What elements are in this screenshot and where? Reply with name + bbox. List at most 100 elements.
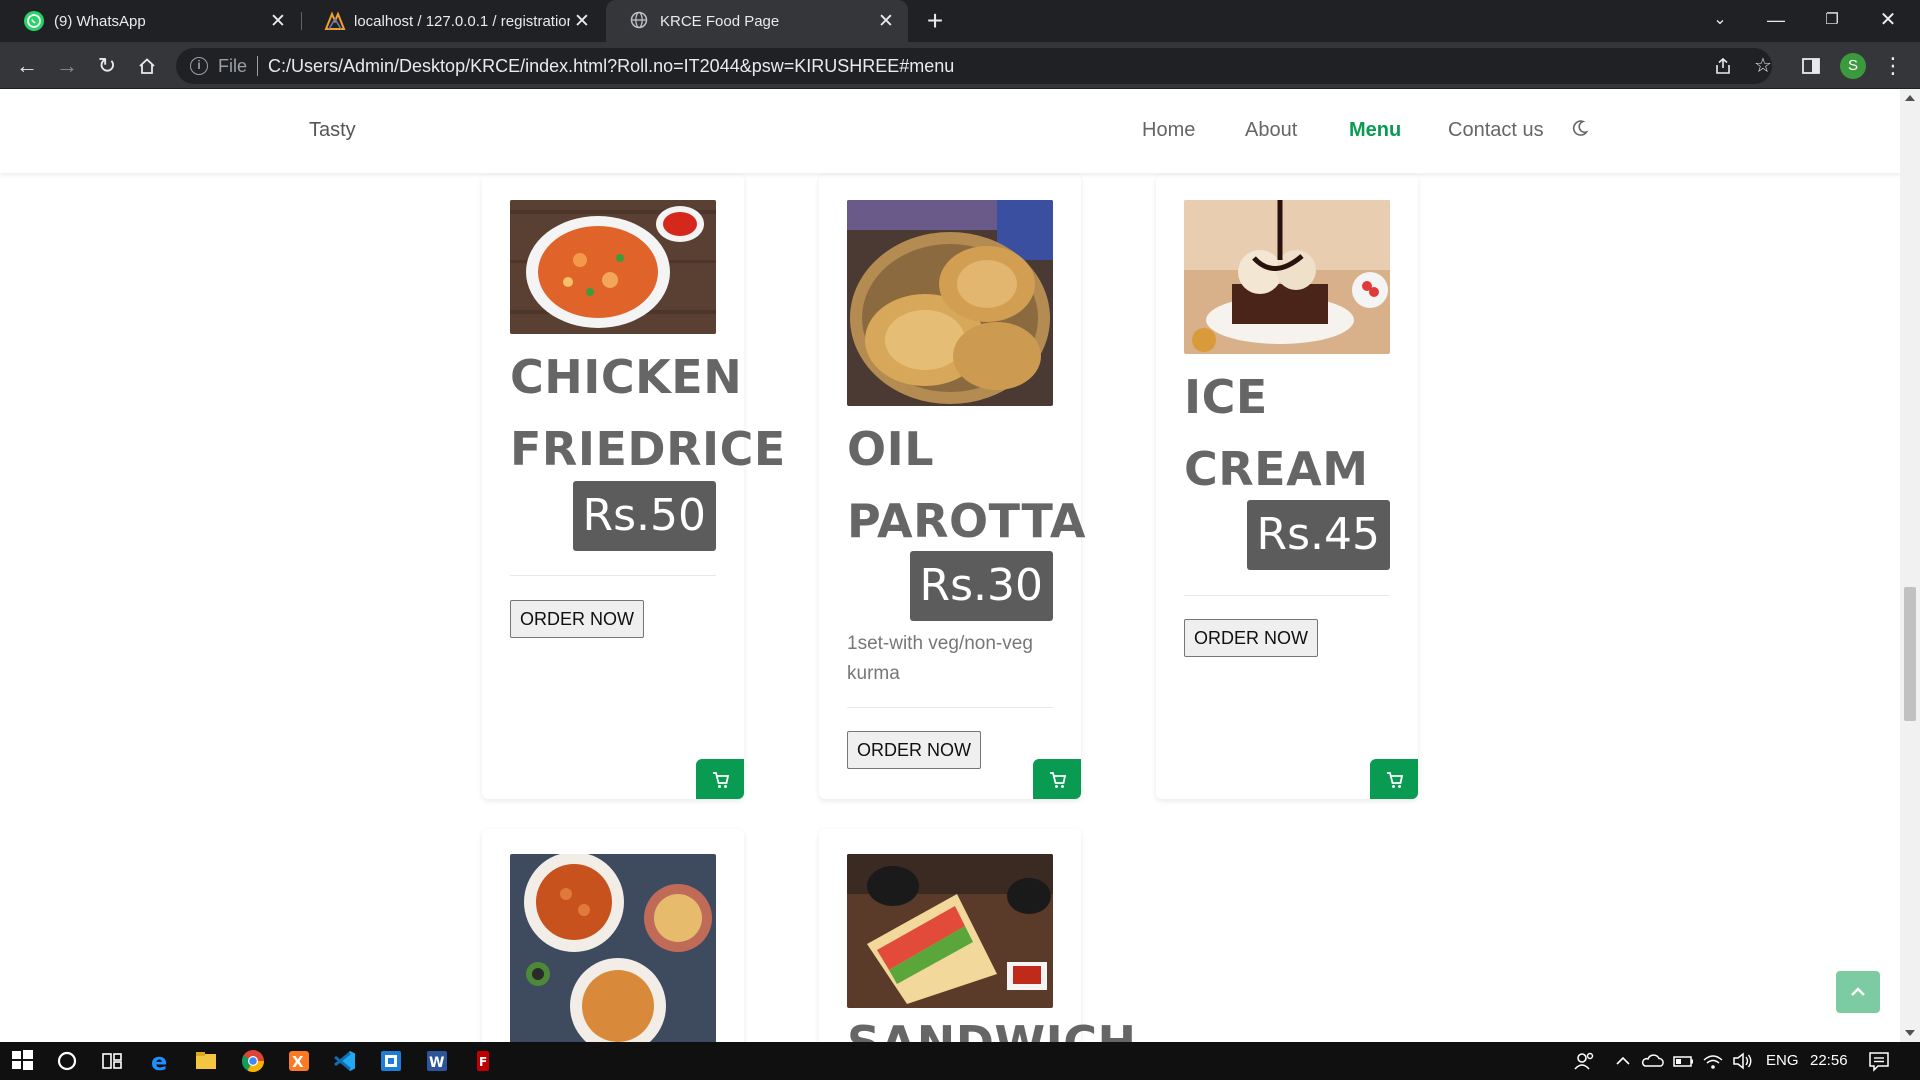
- new-tab-button[interactable]: +: [920, 6, 950, 36]
- close-icon[interactable]: ✕: [874, 10, 898, 33]
- card-divider: [847, 707, 1053, 708]
- scroll-down-arrow-icon[interactable]: [1905, 1030, 1915, 1036]
- task-view-icon[interactable]: [99, 1048, 125, 1074]
- filezilla-icon[interactable]: F: [470, 1048, 496, 1074]
- url-text[interactable]: C:/Users/Admin/Desktop/KRCE/index.html?R…: [268, 56, 954, 77]
- windows-taskbar: e X W F ENG 22:56: [0, 1042, 1920, 1080]
- svg-text:F: F: [479, 1055, 487, 1069]
- address-divider: [257, 56, 259, 76]
- web-page: Tasty Home About Menu Contact us CHICKEN…: [0, 89, 1900, 1042]
- chana-masala-image: [510, 854, 716, 1042]
- whatsapp-icon: [24, 11, 44, 31]
- add-to-cart-button[interactable]: [1033, 759, 1081, 799]
- xampp-icon[interactable]: X: [286, 1048, 312, 1074]
- menu-card: SANDWICH: [819, 829, 1136, 1042]
- battery-icon[interactable]: [1670, 1048, 1696, 1074]
- chrome-icon[interactable]: [240, 1048, 266, 1074]
- menu-card: OIL PAROTTA Rs.30 1set-with veg/non-veg …: [819, 175, 1085, 799]
- clock-time[interactable]: 22:56: [1810, 1052, 1848, 1069]
- remote-app-icon[interactable]: [378, 1048, 404, 1074]
- menu-card: [482, 829, 744, 1042]
- dish-name: SANDWICH: [847, 1007, 1137, 1042]
- cart-icon: [1050, 772, 1067, 788]
- tab-title: KRCE Food Page: [660, 12, 780, 30]
- nav-menu[interactable]: Menu: [1349, 119, 1401, 142]
- menu-card: CHICKEN FRIEDRICE Rs.50 ORDER NOW: [482, 175, 785, 799]
- scroll-up-arrow-icon[interactable]: [1905, 95, 1915, 101]
- scrollbar-thumb[interactable]: [1904, 587, 1916, 721]
- oil-parotta-image: [847, 200, 1053, 406]
- nav-about[interactable]: About: [1245, 119, 1297, 142]
- word-icon[interactable]: W: [424, 1048, 450, 1074]
- dish-name: OIL: [847, 422, 935, 476]
- close-icon[interactable]: ✕: [570, 10, 594, 33]
- onedrive-icon[interactable]: [1640, 1048, 1666, 1074]
- dish-name: ICE: [1184, 370, 1268, 424]
- brand-logo[interactable]: Tasty: [309, 119, 356, 142]
- forward-arrow-icon[interactable]: →: [52, 51, 82, 81]
- tab-search-chevron-icon[interactable]: ⌄: [1692, 0, 1748, 42]
- price-tag: Rs.45: [1246, 500, 1390, 570]
- share-icon[interactable]: [1708, 51, 1738, 81]
- moon-icon[interactable]: [1570, 118, 1590, 143]
- chevron-up-icon[interactable]: [1610, 1048, 1636, 1074]
- input-language[interactable]: ENG: [1766, 1052, 1799, 1069]
- back-arrow-icon[interactable]: ←: [12, 51, 42, 81]
- tab-title: (9) WhatsApp: [54, 12, 146, 30]
- cortana-search-icon[interactable]: [54, 1048, 80, 1074]
- tab-krce-food-page[interactable]: KRCE Food Page ✕: [606, 0, 908, 42]
- nav-contact[interactable]: Contact us: [1448, 119, 1544, 142]
- minimize-button[interactable]: —: [1748, 0, 1804, 42]
- home-icon[interactable]: [132, 51, 162, 81]
- cart-icon: [713, 772, 730, 788]
- cart-icon: [1387, 772, 1404, 788]
- browser-toolbar: ← → ↻ i File C:/Users/Admin/Desktop/KRCE…: [0, 42, 1920, 89]
- wifi-icon[interactable]: [1700, 1048, 1726, 1074]
- profile-avatar[interactable]: S: [1840, 53, 1866, 79]
- vscode-icon[interactable]: [332, 1048, 358, 1074]
- order-now-button[interactable]: ORDER NOW: [847, 731, 981, 769]
- menu-dots-icon[interactable]: ⋮: [1878, 51, 1908, 81]
- nav-home[interactable]: Home: [1142, 119, 1195, 142]
- chevron-up-icon: [1851, 987, 1865, 996]
- site-header: Tasty Home About Menu Contact us: [0, 89, 1900, 173]
- price-tag: Rs.50: [572, 481, 716, 551]
- card-divider: [1184, 595, 1390, 596]
- page-scrollbar[interactable]: [1900, 89, 1920, 1042]
- order-now-button[interactable]: ORDER NOW: [510, 600, 644, 638]
- dish-name: FRIEDRICE: [510, 422, 786, 476]
- sandwich-image: [847, 854, 1053, 1008]
- info-icon[interactable]: i: [190, 57, 208, 75]
- restore-button[interactable]: ❐: [1804, 0, 1860, 42]
- tab-phpmyadmin[interactable]: localhost / 127.0.0.1 / registratior ✕: [302, 0, 604, 42]
- svg-text:e: e: [151, 1048, 167, 1074]
- scroll-to-top-button[interactable]: [1836, 971, 1880, 1013]
- add-to-cart-button[interactable]: [1370, 759, 1418, 799]
- file-explorer-icon[interactable]: [193, 1048, 219, 1074]
- close-icon[interactable]: ✕: [266, 10, 290, 33]
- price-tag: Rs.30: [909, 551, 1053, 621]
- address-bar[interactable]: i File C:/Users/Admin/Desktop/KRCE/index…: [176, 48, 1772, 84]
- svg-text:W: W: [429, 1055, 444, 1071]
- order-now-button[interactable]: ORDER NOW: [1184, 619, 1318, 657]
- windows-start-icon[interactable]: [10, 1048, 36, 1074]
- edge-icon[interactable]: e: [147, 1048, 173, 1076]
- volume-icon[interactable]: [1730, 1048, 1756, 1074]
- chicken-friedrice-image: [510, 200, 716, 334]
- browser-tab-strip: (9) WhatsApp ✕ localhost / 127.0.0.1 / r…: [0, 0, 1920, 42]
- notification-center-icon[interactable]: [1866, 1048, 1892, 1074]
- side-panel-icon[interactable]: [1796, 51, 1826, 81]
- globe-icon: [630, 11, 650, 31]
- phpmyadmin-icon: [324, 11, 346, 31]
- add-to-cart-button[interactable]: [696, 759, 744, 799]
- dish-name: CREAM: [1184, 442, 1369, 496]
- svg-text:X: X: [292, 1053, 304, 1071]
- bookmark-star-icon[interactable]: ☆: [1748, 51, 1778, 81]
- close-window-button[interactable]: ✕: [1860, 0, 1916, 42]
- dish-name: PAROTTA: [847, 494, 1086, 548]
- reload-icon[interactable]: ↻: [92, 51, 122, 81]
- dish-description: 1set-with veg/non-veg kurma: [847, 633, 1033, 684]
- ice-cream-image: [1184, 200, 1390, 354]
- people-icon[interactable]: [1572, 1048, 1598, 1074]
- tab-whatsapp[interactable]: (9) WhatsApp ✕: [0, 0, 300, 42]
